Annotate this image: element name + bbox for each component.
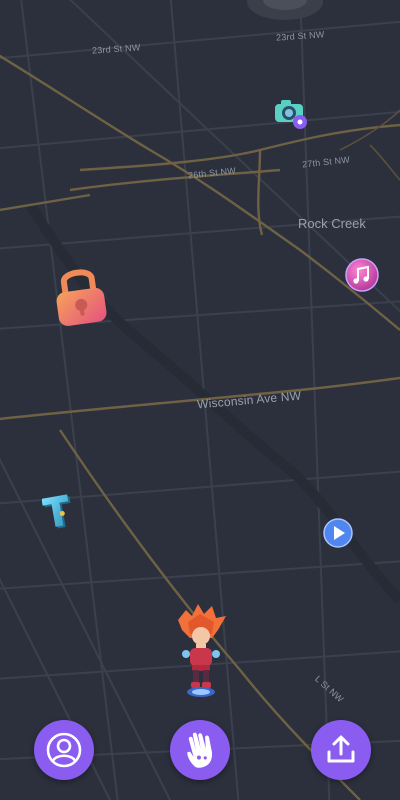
camera-pin[interactable] — [274, 98, 308, 130]
camera-icon — [275, 100, 307, 129]
wave-button[interactable] — [170, 720, 230, 780]
lock-pin[interactable] — [50, 262, 110, 330]
letter-t-icon — [42, 494, 71, 529]
music-pin[interactable] — [345, 258, 379, 292]
share-button[interactable] — [311, 720, 371, 780]
user-icon — [46, 732, 82, 768]
player-avatar-character — [178, 604, 226, 697]
profile-button[interactable] — [34, 720, 94, 780]
player-avatar[interactable] — [172, 602, 230, 702]
music-note-icon — [345, 258, 379, 292]
play-icon — [323, 518, 353, 548]
upload-icon — [327, 735, 355, 763]
padlock-icon — [56, 269, 107, 326]
letter-t-pin[interactable] — [42, 492, 76, 532]
area-label: Rock Creek — [298, 216, 366, 231]
hand-icon — [187, 732, 213, 768]
play-pin[interactable] — [322, 516, 354, 550]
map-view[interactable]: 23rd St NW 23rd St NW 26th St NW 27th St… — [0, 0, 400, 800]
